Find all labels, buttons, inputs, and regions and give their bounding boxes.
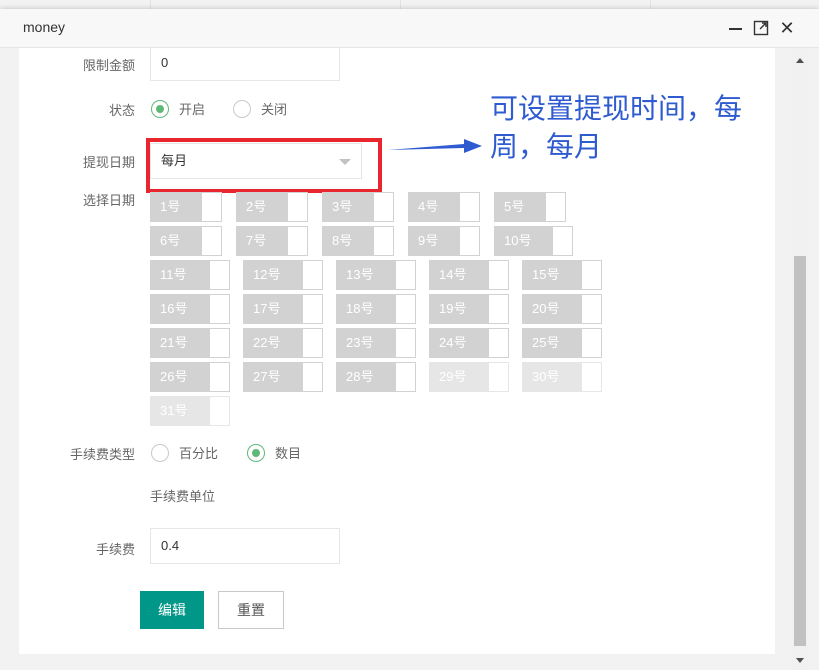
status-close-label: 关闭 — [261, 102, 288, 117]
day-checkbox[interactable]: 19号 — [429, 294, 509, 324]
day-checkbox[interactable]: 13号 — [336, 260, 416, 290]
day-checkbox-label: 10号 — [495, 227, 553, 255]
day-checkbox[interactable]: 17号 — [243, 294, 323, 324]
day-checkbox-label: 9号 — [409, 227, 460, 255]
dialog-titlebar[interactable]: money ✕ — [0, 9, 819, 48]
vertical-scrollbar[interactable] — [792, 48, 808, 670]
day-checkbox-label: 18号 — [337, 295, 396, 323]
highlight-box — [146, 138, 382, 193]
day-checkbox-label: 22号 — [244, 329, 303, 357]
day-checkbox[interactable]: 22号 — [243, 328, 323, 358]
scroll-down-icon[interactable] — [796, 658, 804, 663]
day-checkbox-label: 20号 — [523, 295, 582, 323]
day-checkbox[interactable]: 6号 — [150, 226, 222, 256]
day-checkbox-label: 28号 — [337, 363, 396, 391]
fee-input[interactable]: 0.4 — [150, 528, 340, 564]
day-checkbox[interactable]: 31号 — [150, 396, 230, 426]
limit-amount-input[interactable]: 0 — [150, 48, 340, 81]
day-checkbox-label: 4号 — [409, 193, 460, 221]
dialog-title: money — [23, 19, 66, 35]
day-checkbox[interactable]: 15号 — [522, 260, 602, 290]
day-checkbox-label: 5号 — [495, 193, 546, 221]
radio-unchecked-icon — [233, 99, 251, 118]
scrollbar-thumb[interactable] — [794, 256, 806, 646]
day-checkbox-label: 7号 — [237, 227, 288, 255]
radio-checked-icon — [151, 99, 169, 118]
day-checkbox[interactable]: 16号 — [150, 294, 230, 324]
radio-checked-icon — [247, 443, 265, 462]
limit-amount-label: 限制金额 — [82, 58, 135, 73]
day-checkbox-label: 3号 — [323, 193, 374, 221]
day-checkbox[interactable]: 28号 — [336, 362, 416, 392]
status-open-radio[interactable]: 开启 — [151, 99, 205, 118]
day-checkbox[interactable]: 8号 — [322, 226, 394, 256]
day-checkbox[interactable]: 9号 — [408, 226, 480, 256]
day-checkbox-label: 25号 — [523, 329, 582, 357]
day-checkbox[interactable]: 20号 — [522, 294, 602, 324]
day-checkbox[interactable]: 26号 — [150, 362, 230, 392]
day-checkbox[interactable]: 12号 — [243, 260, 323, 290]
status-label: 状态 — [108, 103, 135, 118]
day-checkbox-label: 21号 — [151, 329, 210, 357]
day-checkbox[interactable]: 10号 — [494, 226, 573, 256]
close-icon[interactable]: ✕ — [777, 17, 797, 39]
scroll-up-icon[interactable] — [796, 58, 804, 63]
edit-button[interactable]: 编辑 — [140, 591, 204, 629]
day-checkbox[interactable]: 11号 — [150, 260, 230, 290]
day-checkbox[interactable]: 4号 — [408, 192, 480, 222]
day-checkbox-label: 13号 — [337, 261, 396, 289]
day-checkbox-label: 14号 — [430, 261, 489, 289]
day-checkbox-label: 26号 — [151, 363, 210, 391]
day-checkbox-label: 15号 — [523, 261, 582, 289]
status-close-radio[interactable]: 关闭 — [233, 99, 287, 118]
day-checkbox[interactable]: 23号 — [336, 328, 416, 358]
day-checkbox-label: 12号 — [244, 261, 303, 289]
fee-label: 手续费 — [95, 542, 135, 557]
minimize-icon[interactable] — [726, 17, 746, 39]
day-checkbox[interactable]: 30号 — [522, 362, 602, 392]
withdraw-date-label: 提现日期 — [82, 155, 135, 170]
fee-type-percent-radio[interactable]: 百分比 — [151, 443, 218, 462]
day-checkbox[interactable]: 1号 — [150, 192, 222, 222]
day-checkbox-label: 31号 — [151, 397, 210, 425]
reset-button[interactable]: 重置 — [218, 591, 284, 629]
fee-unit-hint: 手续费单位 — [150, 489, 216, 504]
day-checkbox-label: 1号 — [151, 193, 202, 221]
day-checkbox-label: 30号 — [523, 363, 582, 391]
day-checkbox[interactable]: 3号 — [322, 192, 394, 222]
day-checkbox-label: 17号 — [244, 295, 303, 323]
fee-type-amount-radio[interactable]: 数目 — [247, 443, 301, 462]
maximize-icon[interactable] — [751, 17, 771, 39]
fee-type-percent-label: 百分比 — [179, 446, 219, 461]
annotation-arrow-icon — [388, 139, 482, 153]
day-checkbox-label: 23号 — [337, 329, 396, 357]
day-checkbox[interactable]: 5号 — [494, 192, 566, 222]
day-checkbox[interactable]: 2号 — [236, 192, 308, 222]
day-checkbox[interactable]: 18号 — [336, 294, 416, 324]
day-checkbox-label: 16号 — [151, 295, 210, 323]
day-checkbox-label: 8号 — [323, 227, 374, 255]
fee-type-label: 手续费类型 — [69, 447, 135, 462]
day-checkbox[interactable]: 14号 — [429, 260, 509, 290]
select-date-label: 选择日期 — [82, 193, 135, 208]
radio-unchecked-icon — [151, 443, 169, 462]
day-checkbox[interactable]: 21号 — [150, 328, 230, 358]
day-checkbox[interactable]: 27号 — [243, 362, 323, 392]
fee-type-amount-label: 数目 — [275, 446, 302, 461]
annotation-text: 可设置提现时间，每周，每月 — [490, 92, 743, 163]
day-checkbox-label: 6号 — [151, 227, 202, 255]
day-checkbox-label: 11号 — [151, 261, 210, 289]
day-checkbox-label: 19号 — [430, 295, 489, 323]
day-checkbox-label: 29号 — [430, 363, 489, 391]
day-checkbox[interactable]: 24号 — [429, 328, 509, 358]
day-checkbox[interactable]: 7号 — [236, 226, 308, 256]
status-open-label: 开启 — [179, 102, 206, 117]
day-checkbox-label: 2号 — [237, 193, 288, 221]
day-checkbox-label: 24号 — [430, 329, 489, 357]
day-checkbox-label: 27号 — [244, 363, 303, 391]
day-checkbox[interactable]: 25号 — [522, 328, 602, 358]
day-checkbox[interactable]: 29号 — [429, 362, 509, 392]
